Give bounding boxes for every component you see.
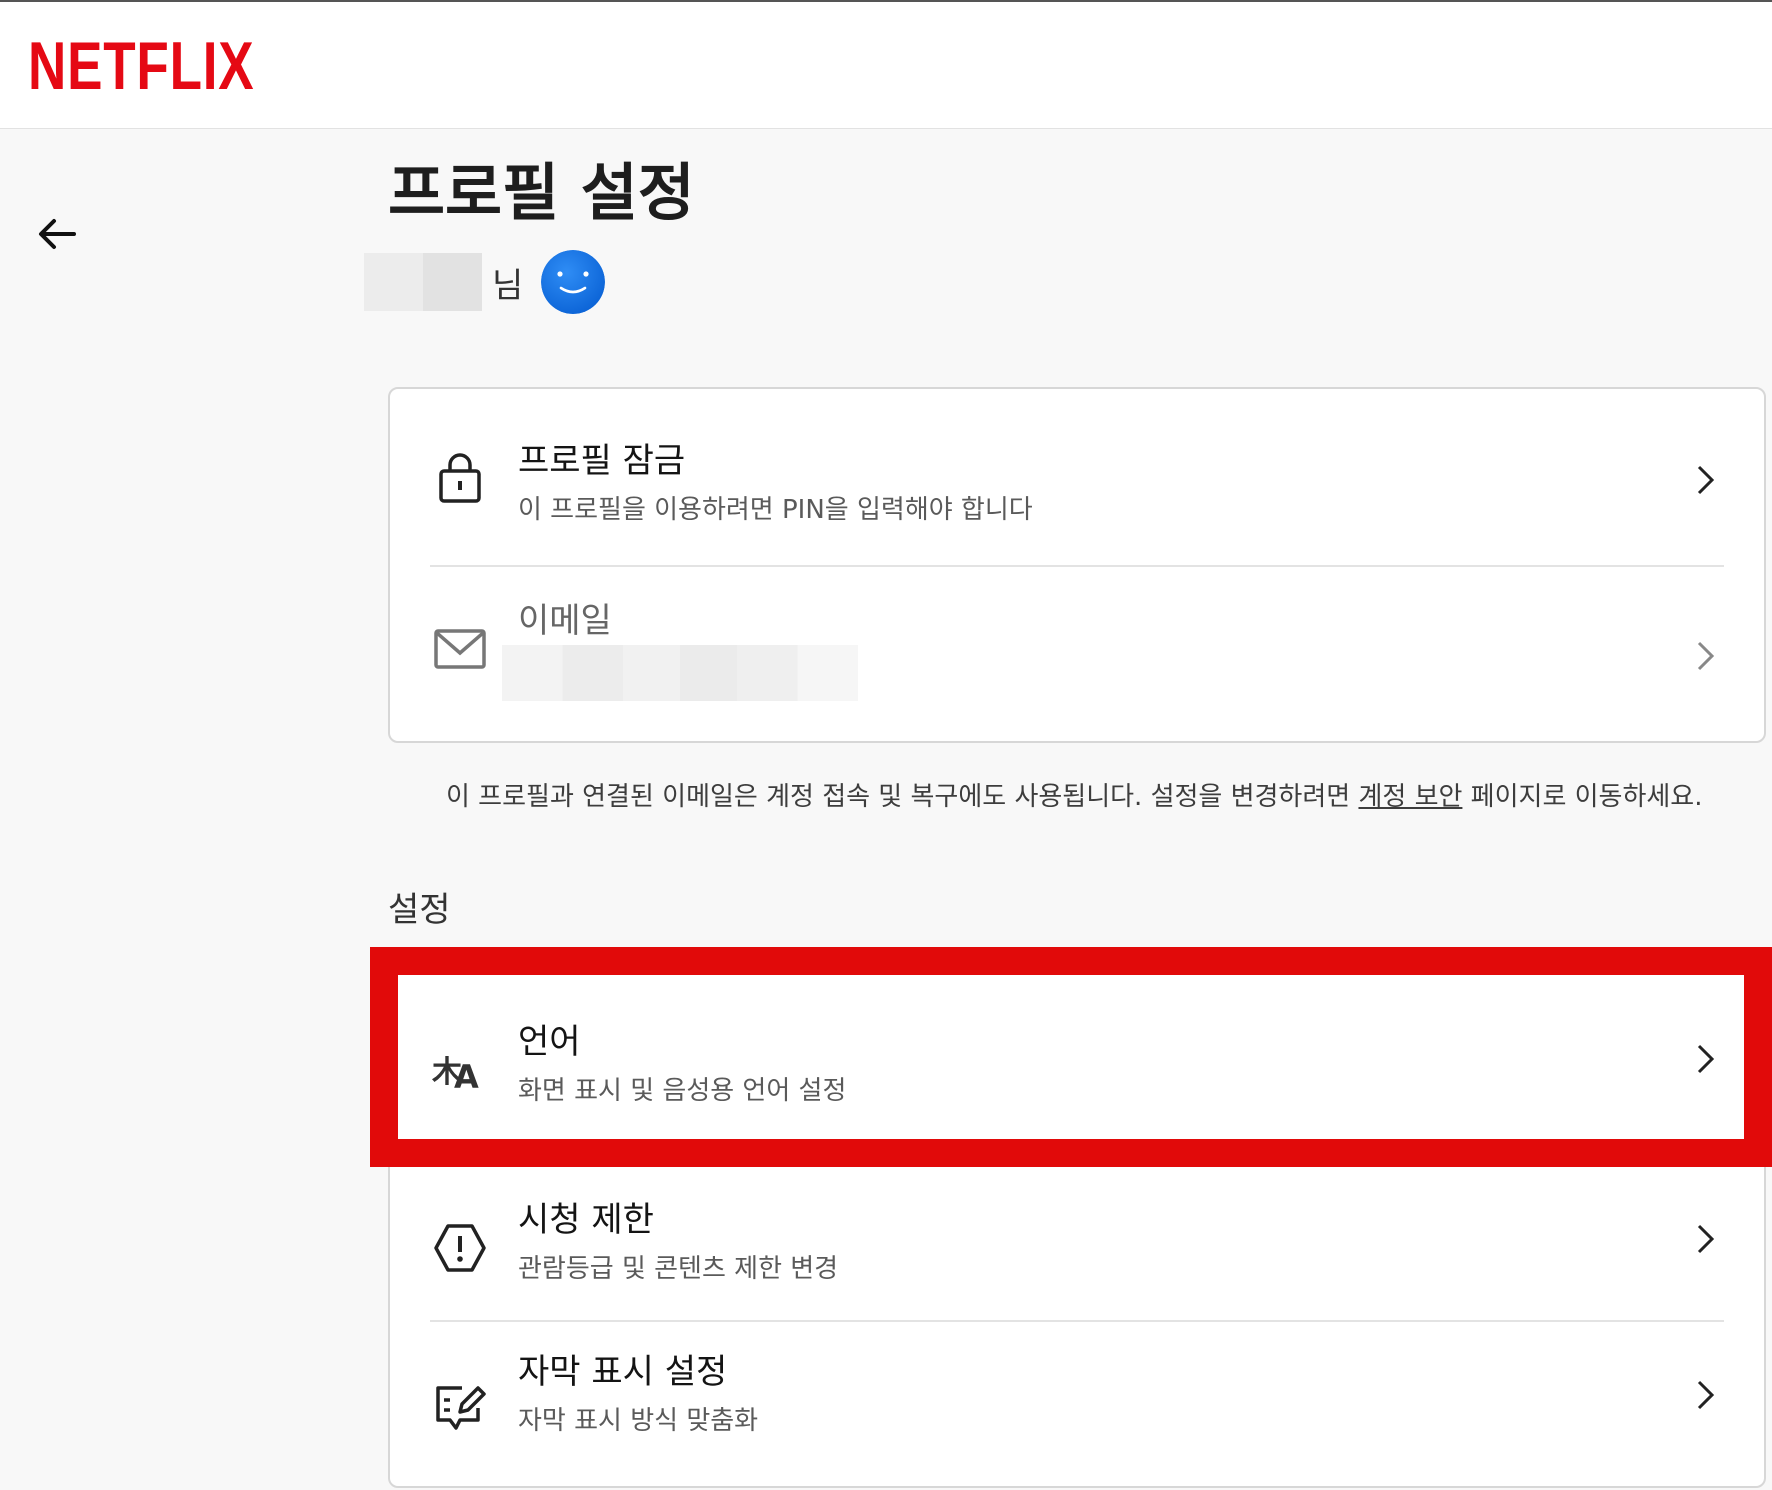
avatar[interactable] xyxy=(541,250,606,314)
warning-hexagon-icon xyxy=(434,1224,486,1272)
translate-icon: 木 A xyxy=(432,1055,479,1096)
chevron-right-icon xyxy=(1697,1044,1715,1074)
note-text-end: 페이지로 이동하세요. xyxy=(1462,782,1703,812)
email-title: 이메일 xyxy=(518,601,612,641)
subtitle-appearance-title: 자막 표시 설정 xyxy=(518,1352,728,1392)
profile-security-card: 프로필 잠금 이 프로필을 이용하려면 PIN을 입력해야 합니다 이메일 xyxy=(388,387,1766,743)
language-row[interactable]: 木 A 언어 화면 표시 및 음성용 언어 설정 xyxy=(390,950,1764,1164)
subtitle-edit-icon xyxy=(436,1386,486,1430)
mail-icon xyxy=(434,629,486,669)
account-security-link[interactable]: 계정 보안 xyxy=(1358,782,1462,812)
svg-text:A: A xyxy=(454,1058,479,1096)
chevron-right-icon xyxy=(1697,1224,1715,1254)
page-title: 프로필 설정 xyxy=(388,156,695,229)
settings-card: 木 A 언어 화면 표시 및 음성용 언어 설정 시청 제한 관람등급 및 콘텐… xyxy=(388,948,1766,1488)
profile-lock-title: 프로필 잠금 xyxy=(518,441,686,481)
profile-lock-row[interactable]: 프로필 잠금 이 프로필을 이용하려면 PIN을 입력해야 합니다 xyxy=(390,389,1764,565)
settings-section-label: 설정 xyxy=(388,890,451,930)
email-info-note: 이 프로필과 연결된 이메일은 계정 접속 및 복구에도 사용됩니다. 설정을 … xyxy=(446,776,1703,813)
language-subtitle: 화면 표시 및 음성용 언어 설정 xyxy=(518,1076,847,1106)
profile-identity: 님 xyxy=(364,250,606,314)
email-row[interactable]: 이메일 xyxy=(390,567,1764,743)
viewing-restrictions-title: 시청 제한 xyxy=(518,1200,654,1240)
note-text: 이 프로필과 연결된 이메일은 계정 접속 및 복구에도 사용됩니다. 설정을 … xyxy=(446,782,1359,812)
profile-name-suffix: 님 xyxy=(492,265,524,306)
chevron-right-icon xyxy=(1697,641,1715,671)
profile-lock-subtitle: 이 프로필을 이용하려면 PIN을 입력해야 합니다 xyxy=(518,495,1033,525)
lock-icon xyxy=(439,453,481,503)
language-title: 언어 xyxy=(518,1022,581,1062)
viewing-restrictions-row[interactable]: 시청 제한 관람등급 및 콘텐츠 제한 변경 xyxy=(390,1164,1764,1336)
subtitle-appearance-subtitle: 자막 표시 방식 맞춤화 xyxy=(518,1406,759,1436)
netflix-logo[interactable]: NETFLIX xyxy=(28,32,254,100)
subtitle-appearance-row[interactable]: 자막 표시 설정 자막 표시 방식 맞춤화 xyxy=(390,1322,1764,1490)
chevron-right-icon xyxy=(1697,465,1715,495)
back-arrow-icon[interactable] xyxy=(36,212,80,256)
top-header: NETFLIX xyxy=(0,0,1772,129)
email-value-redacted xyxy=(502,645,858,701)
viewing-restrictions-subtitle: 관람등급 및 콘텐츠 제한 변경 xyxy=(518,1254,839,1284)
profile-name-redacted xyxy=(364,253,482,311)
chevron-right-icon xyxy=(1697,1380,1715,1410)
